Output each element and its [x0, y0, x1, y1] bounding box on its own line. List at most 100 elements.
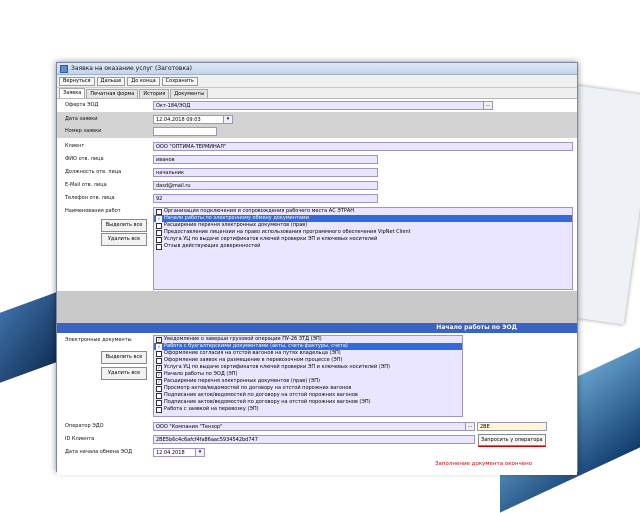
form-content: Оферта ЭОД Окт-184/ЭОД … Дата заявки 12.… — [57, 99, 577, 475]
operator-field[interactable]: ООО "Компания "Тензор" … — [153, 422, 475, 431]
edocs-item[interactable]: ✓ Работа с бухгалтерскими документами (ак… — [154, 343, 462, 350]
works-item-label: Услуга УЦ по выдаче сертификатов ключей … — [164, 236, 378, 242]
checkbox[interactable] — [156, 243, 162, 250]
email-value: dasd@mail.ru — [156, 183, 191, 189]
to-end-button[interactable]: До конца — [127, 76, 160, 86]
app-icon — [60, 64, 68, 73]
edocs-item[interactable]: Подписание актов/ведомостей по договору … — [154, 392, 462, 399]
works-item[interactable]: Расширение перечня электронных документо… — [154, 222, 572, 229]
chevron-down-icon[interactable]: ▾ — [223, 116, 232, 123]
phone-field[interactable]: 92 — [153, 194, 378, 203]
checkbox[interactable] — [156, 229, 162, 236]
application-window: Заявка на оказание услуг (Заготовка) Вер… — [56, 62, 578, 475]
operator-value: ООО "Компания "Тензор" — [156, 424, 223, 430]
checkbox[interactable] — [156, 385, 162, 392]
checkbox[interactable]: ✓ — [156, 371, 162, 378]
toolbar: Вернуться Дальше До конца Сохранить — [57, 75, 577, 88]
operator-code-value: 2BE — [480, 424, 490, 430]
checkbox[interactable]: ✓ — [156, 364, 162, 371]
separator-band — [57, 291, 577, 323]
edocs-item[interactable]: Просмотр актов/ведомостей по договору на… — [154, 385, 462, 392]
works-item[interactable]: Предоставление лицензии на право использ… — [154, 229, 572, 236]
edocs-item-label: Начало работы по ЭОД (ЭП) — [164, 371, 238, 377]
offer-value: Окт-184/ЭОД — [156, 103, 191, 109]
works-item-label: Отзыв действующих доверенностей — [164, 243, 261, 249]
tab-print-form[interactable]: Печатная форма — [86, 89, 139, 98]
date-field[interactable]: 12.04.2018 09:03 ▾ — [153, 115, 233, 124]
checkbox[interactable] — [156, 399, 162, 406]
edocs-item[interactable]: ✓ Начало работы по ЭОД (ЭП) — [154, 371, 462, 378]
date-value: 12.04.2018 09:03 — [156, 117, 201, 123]
checkbox[interactable]: ✓ — [156, 378, 162, 385]
edocs-item-label: Работа с бухгалтерскими документами (акт… — [164, 343, 348, 349]
tab-documents[interactable]: Документы — [170, 89, 209, 98]
tab-request[interactable]: Заявка — [59, 88, 86, 98]
works-item[interactable]: Отзыв действующих доверенностей — [154, 243, 572, 250]
edocs-item-label: Расширение перечня электронных документо… — [164, 378, 320, 384]
checkbox[interactable] — [156, 236, 162, 243]
works-select-all-button[interactable]: Выделить все — [101, 219, 147, 232]
checkbox[interactable] — [156, 406, 162, 413]
back-button[interactable]: Вернуться — [59, 76, 95, 86]
save-button[interactable]: Сохранить — [161, 76, 198, 86]
tab-history[interactable]: История — [139, 89, 170, 98]
offer-field[interactable]: Окт-184/ЭОД … — [153, 101, 493, 110]
email-label: E-Mail отв. лица — [65, 182, 107, 188]
tab-bar: Заявка Печатная форма История Документы — [57, 88, 577, 99]
position-value: начальник — [156, 170, 185, 176]
works-remove-all-button[interactable]: Удалить все — [101, 233, 147, 246]
checkbox[interactable] — [156, 350, 162, 357]
works-item-label: Начало работы по электронному обмену док… — [164, 215, 309, 221]
title-bar: Заявка на оказание услуг (Заготовка) — [57, 63, 577, 75]
fio-field[interactable]: иванов — [153, 155, 378, 164]
works-item-label: Организация подключения и сопровождения … — [164, 208, 355, 214]
checkbox[interactable] — [156, 208, 162, 215]
client-id-field[interactable]: 2BE5b6c4c6afcf4fa86aac5934542bd747 — [153, 435, 475, 444]
edocs-item[interactable]: Оформление согласия на отстой вагонов на… — [154, 350, 462, 357]
works-item[interactable]: ✓ Начало работы по электронному обмену до… — [154, 215, 572, 222]
request-button-underline — [478, 446, 546, 447]
email-field[interactable]: dasd@mail.ru — [153, 181, 378, 190]
client-field[interactable]: ООО "ОПТИМА-ТЕРМИНАЛ" — [153, 142, 573, 151]
fio-label: ФИО отв. лица — [65, 156, 104, 162]
phone-value: 92 — [156, 196, 163, 202]
works-label: Наименования работ — [65, 208, 121, 214]
next-button[interactable]: Дальше — [96, 76, 126, 86]
edocs-item-label: Уведомление о заверши грузовой операции … — [164, 336, 322, 342]
position-field[interactable]: начальник — [153, 168, 378, 177]
checkbox[interactable] — [156, 357, 162, 364]
chevron-down-icon[interactable]: ▾ — [195, 449, 204, 456]
edocs-item-label: Оформление заявок на размещение в перево… — [164, 357, 343, 363]
checkbox[interactable]: ✓ — [156, 343, 162, 350]
edocs-list[interactable]: ✓ Уведомление о заверши грузовой операции… — [153, 335, 463, 417]
checkbox[interactable]: ✓ — [156, 215, 162, 222]
client-label: Клиент — [65, 143, 85, 149]
edocs-item[interactable]: Оформление заявок на размещение в перево… — [154, 357, 462, 364]
checkbox[interactable] — [156, 222, 162, 229]
edocs-item[interactable]: ✓ Услуга УЦ по выдаче сертификатов ключей… — [154, 364, 462, 371]
number-field[interactable] — [153, 127, 217, 136]
operator-code-field[interactable]: 2BE — [477, 422, 547, 431]
works-list[interactable]: Организация подключения и сопровождения … — [153, 207, 573, 290]
operator-select-button[interactable]: … — [465, 423, 474, 430]
edocs-item-label: Услуга УЦ по выдаче сертификатов ключей … — [164, 364, 390, 370]
works-item[interactable]: Услуга УЦ по выдаче сертификатов ключей … — [154, 236, 572, 243]
edocs-item[interactable]: ✓ Уведомление о заверши грузовой операции… — [154, 336, 462, 343]
fio-value: иванов — [156, 157, 175, 163]
offer-label: Оферта ЭОД — [65, 102, 99, 108]
edocs-remove-all-button[interactable]: Удалить все — [101, 367, 147, 380]
edocs-item[interactable]: ✓ Расширение перечня электронных документ… — [154, 378, 462, 385]
edocs-item-label: Просмотр актов/ведомостей по договору на… — [164, 385, 352, 391]
edocs-select-all-button[interactable]: Выделить все — [101, 351, 147, 364]
section-title-bar: Начало работы по ЭОД — [57, 323, 577, 333]
edocs-item[interactable]: Подписание актов/ведомостей по договору … — [154, 399, 462, 406]
checkbox[interactable]: ✓ — [156, 336, 162, 343]
start-date-field[interactable]: 12.04.2018 ▾ — [153, 448, 205, 457]
offer-select-button[interactable]: … — [483, 102, 492, 109]
request-from-operator-button[interactable]: Запросить у оператора — [478, 434, 546, 446]
works-item-label: Предоставление лицензии на право использ… — [164, 229, 411, 235]
client-id-value: 2BE5b6c4c6afcf4fa86aac5934542bd747 — [156, 437, 258, 443]
works-item[interactable]: Организация подключения и сопровождения … — [154, 208, 572, 215]
checkbox[interactable] — [156, 392, 162, 399]
edocs-item[interactable]: Работа с заявкой на перевозку (ЭП) — [154, 406, 462, 413]
